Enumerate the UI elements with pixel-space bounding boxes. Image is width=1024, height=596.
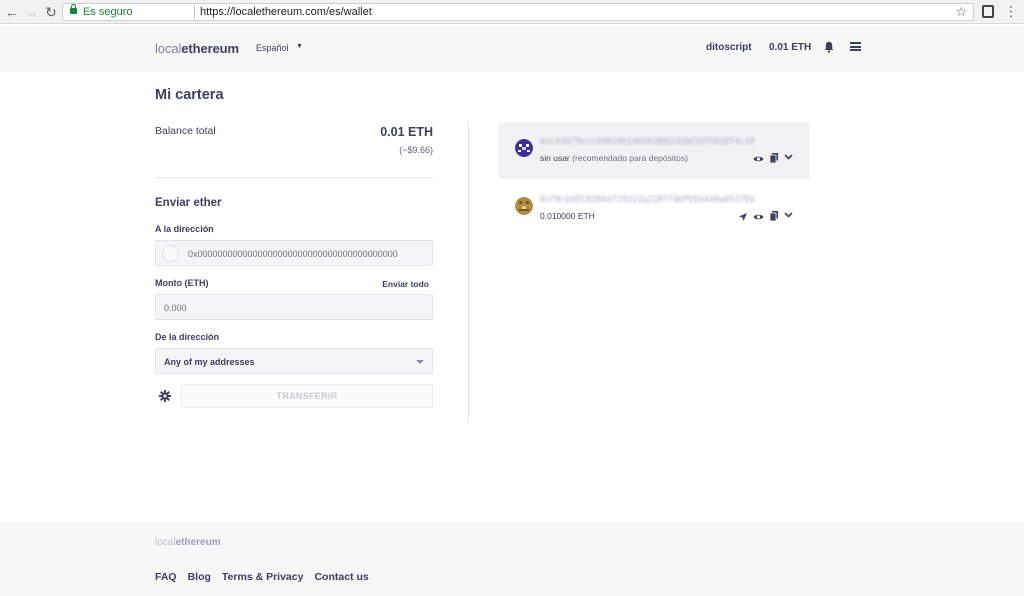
from-address-selected: Any of my addresses xyxy=(164,357,255,367)
amount-input[interactable]: 0.000 xyxy=(155,294,433,320)
eye-icon[interactable] xyxy=(753,155,764,163)
address-hash: 0xC03679cccA0010b146563B92CE8d165582EF4c… xyxy=(540,137,755,147)
send-section-title: Enviar ether xyxy=(155,197,222,209)
hamburger-menu-icon[interactable] xyxy=(850,42,861,51)
site-logo[interactable]: localethereum xyxy=(155,41,239,56)
lock-icon xyxy=(70,4,77,14)
footer-link-contact[interactable]: Contact us xyxy=(314,571,368,583)
footer-links: FAQ Blog Terms & Privacy Contact us xyxy=(155,571,380,583)
back-icon[interactable]: ← xyxy=(4,4,20,20)
address-hash: 0xf0cb5EC028Ad729322a228ff4bFEE6448a0537… xyxy=(540,195,755,205)
header-balance[interactable]: 0.01 ETH xyxy=(769,42,811,53)
app-header: localethereum Español ▼ ditoscript 0.01 … xyxy=(0,25,1024,71)
identicon-icon xyxy=(515,139,533,157)
identicon-icon xyxy=(515,197,533,215)
footer-link-blog[interactable]: Blog xyxy=(188,571,211,583)
address-card[interactable]: 0xf0cb5EC028Ad729322a228ff4bFEE6448a0537… xyxy=(498,181,810,237)
to-address-placeholder: 0x00000000000000000000000000000000000000… xyxy=(188,249,398,259)
bookmark-star-icon[interactable]: ☆ xyxy=(955,4,967,20)
column-divider xyxy=(468,123,469,421)
gear-icon[interactable] xyxy=(159,390,171,402)
amount-label: Monto (ETH) xyxy=(155,278,209,288)
footer-link-terms[interactable]: Terms & Privacy xyxy=(222,571,304,583)
notification-bell-icon[interactable] xyxy=(824,41,834,53)
address-balance: 0.010000 ETH xyxy=(540,211,595,221)
page-title: Mi cartera xyxy=(155,87,224,103)
forward-icon[interactable]: → xyxy=(24,4,40,20)
reload-icon[interactable]: ↻ xyxy=(43,4,59,20)
address-bar-divider xyxy=(194,6,195,18)
to-address-label: A la dirección xyxy=(155,224,214,234)
language-selector[interactable]: Español xyxy=(256,43,289,53)
username-link[interactable]: ditoscript xyxy=(706,42,752,53)
copy-icon[interactable] xyxy=(770,153,778,163)
eye-icon[interactable] xyxy=(753,213,764,221)
secure-label: Es seguro xyxy=(83,6,133,18)
chevron-down-icon[interactable]: ▼ xyxy=(296,43,303,50)
footer: localethereum FAQ Blog Terms & Privacy Cont… xyxy=(0,521,1024,596)
address-avatar-placeholder xyxy=(162,245,179,262)
browser-menu-icon[interactable]: ⋮ xyxy=(1004,2,1018,20)
divider xyxy=(155,177,433,178)
send-all-link[interactable]: Enviar todo xyxy=(382,279,429,289)
address-card[interactable]: 0xC03679cccA0010b146563B92CE8d165582EF4c… xyxy=(498,123,810,179)
from-address-select[interactable]: Any of my addresses xyxy=(155,348,433,374)
balance-usd: (~$9.66) xyxy=(399,145,433,155)
footer-logo[interactable]: localethereum xyxy=(155,537,221,548)
send-arrow-icon[interactable] xyxy=(739,213,747,221)
select-caret-icon xyxy=(416,360,424,364)
address-bar[interactable]: Es seguro https://localethereum.com/es/w… xyxy=(62,3,974,21)
amount-placeholder: 0.000 xyxy=(164,303,187,313)
copy-icon[interactable] xyxy=(770,211,778,221)
balance-label: Balance total xyxy=(155,125,216,137)
from-address-label: De la dirección xyxy=(155,332,220,342)
balance-value: 0.01 ETH xyxy=(380,125,433,139)
address-status: sin usar (recomendado para depósitos) xyxy=(540,153,688,163)
browser-toolbar: ← → ↻ Es seguro https://localethereum.co… xyxy=(0,0,1024,24)
url-text[interactable]: https://localethereum.com/es/wallet xyxy=(200,4,372,20)
chevron-down-icon[interactable] xyxy=(784,212,793,218)
transfer-button[interactable]: TRANSFERIR xyxy=(181,384,433,408)
extension-icon[interactable] xyxy=(982,5,994,18)
to-address-input[interactable]: 0x00000000000000000000000000000000000000… xyxy=(155,240,433,266)
chevron-down-icon[interactable] xyxy=(784,154,793,160)
footer-link-faq[interactable]: FAQ xyxy=(155,571,177,583)
